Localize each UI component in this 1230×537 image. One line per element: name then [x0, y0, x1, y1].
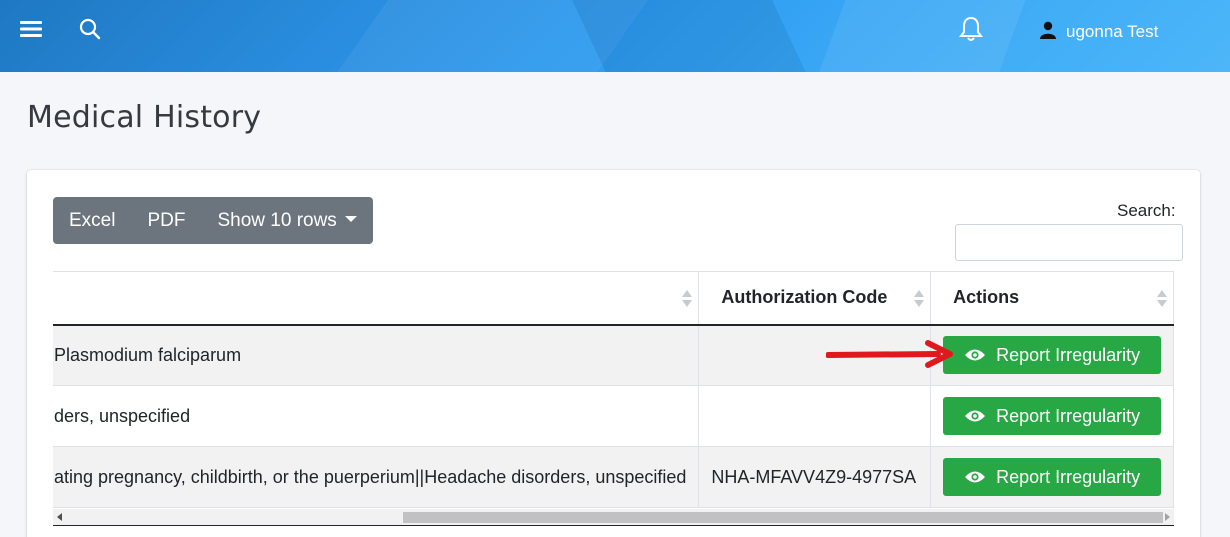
search-label: Search:: [1117, 201, 1176, 220]
excel-button[interactable]: Excel: [53, 197, 131, 244]
column-header-description[interactable]: [53, 271, 700, 326]
user-name: ugonna Test: [1066, 22, 1159, 41]
medical-history-table: Authorization Code Actions Plasmodium fa…: [53, 271, 1174, 508]
search-icon[interactable]: [75, 14, 105, 44]
report-irregularity-button[interactable]: Report Irregularity: [943, 397, 1162, 435]
user-menu[interactable]: ugonna Test: [1040, 18, 1158, 46]
column-header-actions[interactable]: Actions: [930, 271, 1174, 326]
description-cell: Plasmodium falciparum: [53, 324, 700, 386]
table-row: ders, unspecified Report Irregularity: [53, 385, 1174, 447]
user-icon: [1040, 21, 1056, 44]
horizontal-scrollbar[interactable]: [53, 509, 1174, 526]
description-cell: ders, unspecified: [53, 385, 700, 447]
sort-icon: [682, 290, 693, 308]
eye-icon: [965, 471, 986, 483]
medical-history-card: Excel PDF Show 10 rows Search: Authoriza…: [27, 170, 1200, 537]
authorization-code-cell: NHA-MFAVV4Z9-4977SA: [698, 446, 932, 508]
actions-cell: Report Irregularity: [930, 324, 1174, 386]
pdf-button[interactable]: PDF: [131, 197, 201, 244]
sort-icon: [914, 290, 925, 308]
scroll-right-icon[interactable]: [1165, 513, 1170, 521]
table-row: Plasmodium falciparum Report Irregularit…: [53, 324, 1174, 386]
sort-icon: [1157, 290, 1168, 308]
search-input[interactable]: [955, 224, 1183, 261]
bell-icon[interactable]: [956, 14, 986, 44]
scroll-left-icon[interactable]: [57, 513, 62, 521]
scrollbar-thumb[interactable]: [403, 512, 1163, 523]
table-row: ating pregnancy, childbirth, or the puer…: [53, 446, 1174, 508]
show-rows-label: Show 10 rows: [217, 209, 337, 231]
report-irregularity-button[interactable]: Report Irregularity: [943, 458, 1162, 496]
medical-history-table-wrapper: Authorization Code Actions Plasmodium fa…: [53, 271, 1174, 529]
hamburger-menu-icon[interactable]: [16, 14, 46, 44]
eye-icon: [965, 410, 986, 422]
description-cell: ating pregnancy, childbirth, or the puer…: [53, 446, 700, 508]
page-title: Medical History: [27, 100, 262, 135]
top-navbar: ugonna Test: [0, 0, 1230, 72]
authorization-code-cell: [698, 385, 932, 447]
show-rows-dropdown[interactable]: Show 10 rows: [201, 197, 372, 244]
report-irregularity-button[interactable]: Report Irregularity: [943, 336, 1162, 375]
actions-cell: Report Irregularity: [930, 385, 1174, 447]
red-annotation-arrow-icon: [826, 340, 953, 368]
actions-cell: Report Irregularity: [930, 446, 1174, 508]
export-button-group: Excel PDF Show 10 rows: [53, 197, 373, 244]
column-header-authorization-code[interactable]: Authorization Code: [698, 271, 932, 326]
caret-down-icon: [344, 215, 357, 222]
eye-icon: [965, 349, 986, 361]
